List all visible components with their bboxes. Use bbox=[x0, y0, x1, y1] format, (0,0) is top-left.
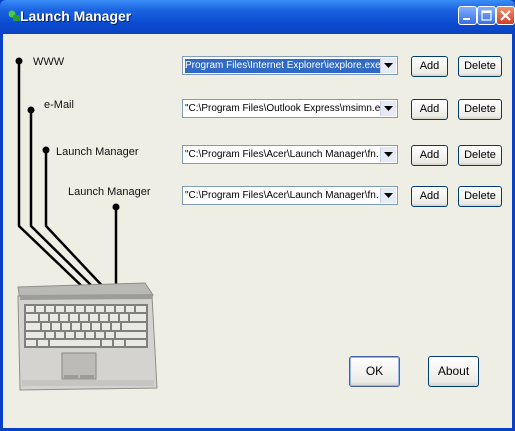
chevron-down-icon bbox=[384, 63, 393, 68]
connector-dot bbox=[42, 146, 50, 154]
path-combobox-www[interactable]: Program Files\Internet Explorer\iexplore… bbox=[182, 56, 398, 75]
add-button-email[interactable]: Add bbox=[411, 99, 448, 120]
add-button-launch-manager-2[interactable]: Add bbox=[411, 186, 448, 207]
chevron-down-icon bbox=[384, 106, 393, 111]
path-value: "C:\Program Files\Outlook Express\msimn.… bbox=[185, 103, 380, 114]
path-combobox-launch-manager-1[interactable]: "C:\Program Files\Acer\Launch Manager\fn… bbox=[182, 145, 398, 164]
about-button[interactable]: About bbox=[428, 356, 479, 387]
row-label-launch-manager-1: Launch Manager bbox=[56, 146, 139, 158]
chevron-down-icon bbox=[384, 152, 393, 157]
path-combobox-launch-manager-2[interactable]: "C:\Program Files\Acer\Launch Manager\fn… bbox=[182, 186, 398, 205]
delete-button-launch-manager-2[interactable]: Delete bbox=[458, 186, 502, 207]
row-label-email: e-Mail bbox=[44, 99, 74, 111]
connector-dot bbox=[112, 203, 120, 211]
delete-button-launch-manager-1[interactable]: Delete bbox=[458, 145, 502, 166]
ok-button[interactable]: OK bbox=[349, 356, 400, 387]
add-button-launch-manager-1[interactable]: Add bbox=[411, 145, 448, 166]
dropdown-button[interactable] bbox=[380, 188, 396, 203]
row-label-launch-manager-2: Launch Manager bbox=[68, 186, 151, 198]
path-value: Program Files\Internet Explorer\iexplore… bbox=[185, 59, 380, 73]
delete-button-www[interactable]: Delete bbox=[458, 56, 502, 77]
delete-button-email[interactable]: Delete bbox=[458, 99, 502, 120]
dropdown-button[interactable] bbox=[380, 147, 396, 162]
dropdown-button[interactable] bbox=[380, 58, 396, 73]
row-label-www: WWW bbox=[33, 56, 65, 68]
path-combobox-email[interactable]: "C:\Program Files\Outlook Express\msimn.… bbox=[182, 99, 398, 118]
chevron-down-icon bbox=[384, 193, 393, 198]
path-value: "C:\Program Files\Acer\Launch Manager\fn… bbox=[185, 149, 379, 160]
add-button-www[interactable]: Add bbox=[411, 56, 448, 77]
path-value: "C:\Program Files\Acer\Launch Manager\fn… bbox=[185, 190, 379, 201]
dropdown-button[interactable] bbox=[380, 101, 396, 116]
connector-dot bbox=[27, 106, 35, 114]
connector-dot bbox=[15, 57, 23, 65]
laptop-icon bbox=[17, 282, 158, 391]
